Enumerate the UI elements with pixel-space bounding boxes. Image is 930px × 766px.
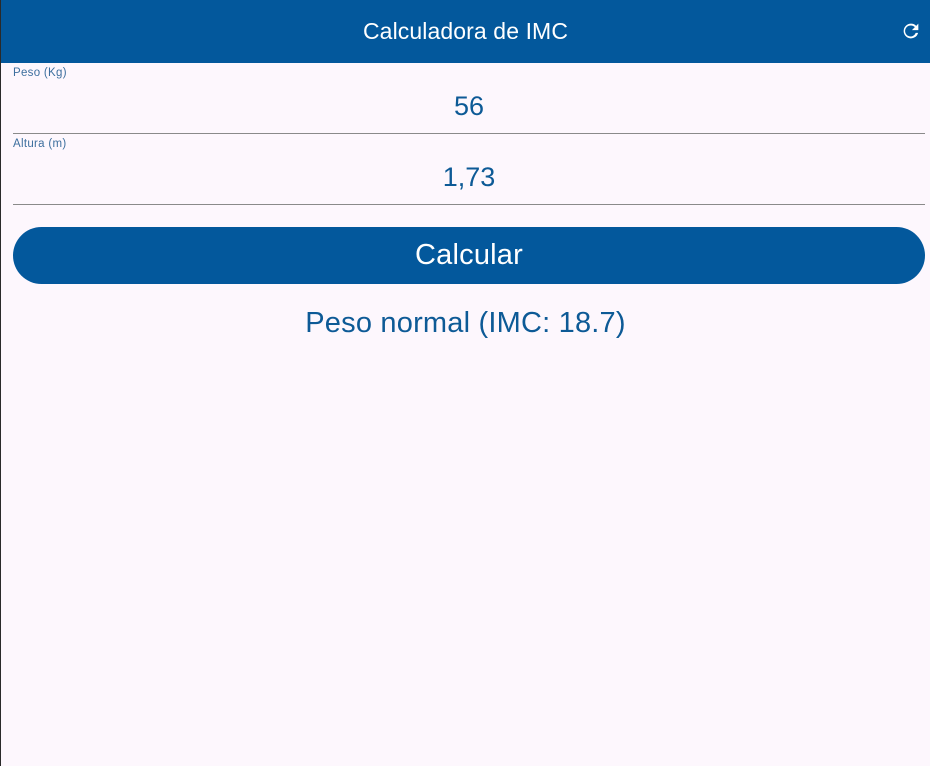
peso-field: Peso (Kg) (13, 67, 925, 134)
altura-input[interactable] (13, 160, 925, 194)
calculate-button[interactable]: Calcular (13, 227, 925, 284)
refresh-button[interactable] (896, 16, 926, 46)
app-title: Calculadora de IMC (362, 18, 569, 44)
peso-label: Peso (Kg) (13, 67, 67, 79)
bmi-result-text: Peso normal (IMC: 18.7) (305, 307, 626, 339)
altura-label: Altura (m) (13, 138, 67, 150)
app-window: Calculadora de IMC Peso (Kg) Altura (m) … (0, 0, 930, 766)
app-bar: Calculadora de IMC (1, 0, 930, 63)
peso-input[interactable] (13, 89, 925, 123)
altura-field: Altura (m) (13, 138, 925, 205)
refresh-icon (903, 23, 919, 39)
